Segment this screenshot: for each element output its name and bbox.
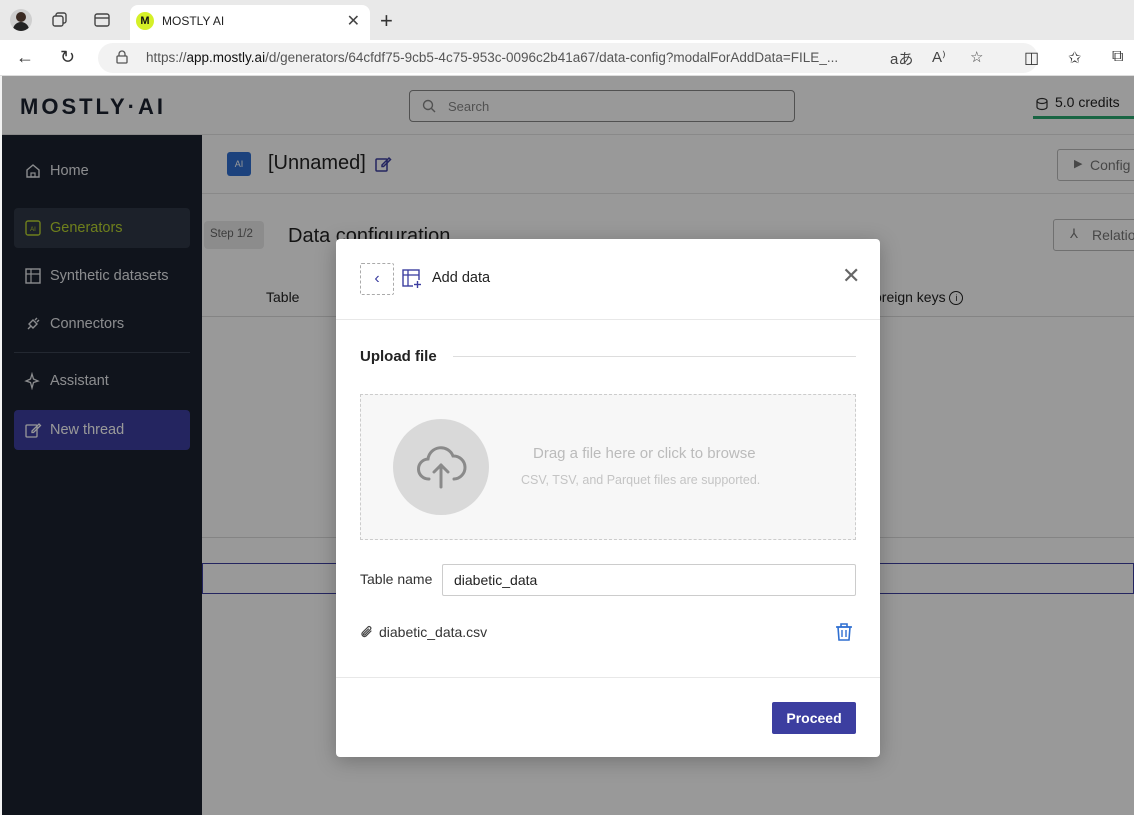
mostly-favicon-icon: M <box>136 12 154 30</box>
add-data-modal: ‹ Add data ✕ Upload file Drag a file her… <box>336 239 880 757</box>
upload-cloud-icon <box>393 419 489 515</box>
table-name-field[interactable]: diabetic_data <box>442 564 856 596</box>
lock-icon <box>116 50 128 64</box>
collections-icon[interactable]: ⧉ <box>1112 48 1123 66</box>
dropzone-supported-formats: CSV, TSV, and Parquet files are supporte… <box>521 473 761 487</box>
trash-icon[interactable] <box>835 622 853 642</box>
profile-avatar[interactable] <box>10 9 32 31</box>
split-screen-icon[interactable]: ◫ <box>1024 48 1039 68</box>
paperclip-icon <box>361 625 372 638</box>
browser-tab[interactable]: M MOSTLY AI ✕ <box>130 5 370 40</box>
workspaces-icon[interactable] <box>50 10 70 30</box>
modal-divider <box>336 319 880 320</box>
modal-title: Add data <box>432 270 491 286</box>
tab-close-icon[interactable]: ✕ <box>347 11 360 31</box>
favorites-icon[interactable]: ✩ <box>1068 48 1081 68</box>
proceed-button[interactable]: Proceed <box>772 702 856 734</box>
upload-section-title: Upload file <box>360 348 437 365</box>
back-icon[interactable]: ← <box>16 47 34 68</box>
file-dropzone[interactable]: Drag a file here or click to browse CSV,… <box>360 394 856 540</box>
read-aloud-icon[interactable]: A⁾ <box>932 48 946 66</box>
table-name-label: Table name <box>360 571 433 587</box>
modal-backdrop-top <box>2 76 1134 135</box>
add-table-icon <box>402 269 422 289</box>
tab-title: MOSTLY AI <box>162 14 225 28</box>
modal-footer-divider <box>336 677 880 678</box>
url-field[interactable]: https://app.mostly.ai/d/generators/64cfd… <box>98 43 1038 73</box>
url-text: https://app.mostly.ai/d/generators/64cfd… <box>146 50 839 65</box>
translate-icon[interactable]: aあ <box>890 48 913 69</box>
tab-actions-icon[interactable] <box>92 10 112 30</box>
uploaded-file-name: diabetic_data.csv <box>379 624 488 640</box>
modal-close-icon[interactable]: ✕ <box>842 263 860 289</box>
modal-back-button[interactable]: ‹ <box>360 263 394 295</box>
section-rule <box>453 356 856 357</box>
browser-tab-strip: M MOSTLY AI ✕ + <box>0 0 1134 40</box>
browser-address-bar: ← ↻ https://app.mostly.ai/d/generators/6… <box>0 40 1134 76</box>
favorite-star-icon[interactable]: ☆ <box>970 48 983 66</box>
reload-icon[interactable]: ↻ <box>60 47 75 68</box>
new-tab-icon[interactable]: + <box>380 8 393 34</box>
dropzone-instructions: Drag a file here or click to browse <box>533 445 756 462</box>
chevron-left-icon: ‹ <box>374 270 380 287</box>
